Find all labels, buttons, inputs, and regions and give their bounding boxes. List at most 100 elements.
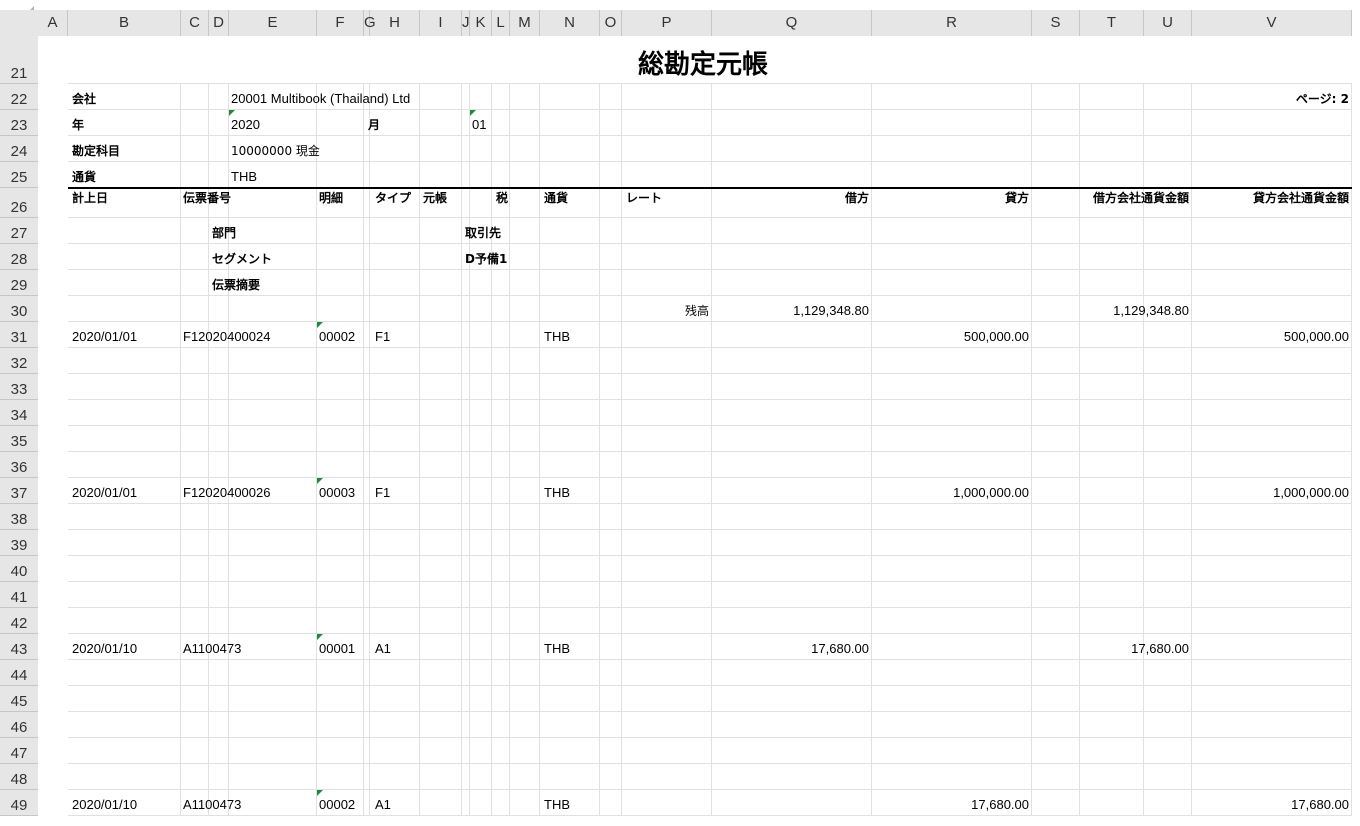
header-summary: 伝票摘要 xyxy=(212,278,261,292)
column-header-o[interactable]: O xyxy=(600,10,622,36)
grid-row-line xyxy=(68,321,1352,322)
header-debit-company: 借方会社通貨金額 xyxy=(1092,191,1189,205)
row-header-26[interactable]: 26 xyxy=(0,188,38,218)
row-header-37[interactable]: 37 xyxy=(0,478,38,504)
column-header-m[interactable]: M xyxy=(510,10,540,36)
column-header-c[interactable]: C xyxy=(181,10,209,36)
row-header-40[interactable]: 40 xyxy=(0,556,38,582)
grid-col-line xyxy=(419,84,420,816)
grid-row-line xyxy=(68,243,1352,244)
column-header-t[interactable]: T xyxy=(1080,10,1144,36)
entry-voucher: F12020400024 xyxy=(183,329,271,344)
grid-row-line xyxy=(68,135,1352,136)
row-header-45[interactable]: 45 xyxy=(0,686,38,712)
row-header-34[interactable]: 34 xyxy=(0,400,38,426)
header-ledger: 元帳 xyxy=(423,191,448,205)
column-header-f[interactable]: F xyxy=(317,10,364,36)
entry-date: 2020/01/01 xyxy=(72,329,138,344)
row-header-41[interactable]: 41 xyxy=(0,582,38,608)
column-header-s[interactable]: S xyxy=(1032,10,1080,36)
column-header-v[interactable]: V xyxy=(1192,10,1352,36)
grid-row-line xyxy=(68,555,1352,556)
entry-credit: 1,000,000.00 xyxy=(953,485,1029,500)
row-header-46[interactable]: 46 xyxy=(0,712,38,738)
column-header-a[interactable]: A xyxy=(38,10,68,36)
grid-row-line xyxy=(68,685,1352,686)
grid-row-line xyxy=(68,109,1352,110)
row-header-35[interactable]: 35 xyxy=(0,426,38,452)
row-header-31[interactable]: 31 xyxy=(0,322,38,348)
account-value: 10000000 現金 xyxy=(231,144,320,158)
header-credit: 貸方 xyxy=(1004,191,1029,205)
grid-col-line xyxy=(316,84,317,816)
header-segment: セグメント xyxy=(212,252,273,266)
column-header-i[interactable]: I xyxy=(420,10,462,36)
grid-row-line xyxy=(68,789,1352,790)
column-header-k[interactable]: K xyxy=(470,10,492,36)
spreadsheet-grid[interactable]: A B C D E F G H I J K L M N O P Q R S T U V 21 22 23 24 25 26 27 28 29… xyxy=(0,0,1360,826)
account-label: 勘定科目 xyxy=(72,144,121,158)
column-header-j[interactable]: J xyxy=(462,10,470,36)
header-debit: 借方 xyxy=(844,191,869,205)
entry-credit-company: 500,000.00 xyxy=(1283,329,1349,344)
entry-currency: THB xyxy=(544,641,570,656)
row-header-49[interactable]: 49 xyxy=(0,790,38,816)
grid-row-line xyxy=(68,477,1352,478)
number-as-text-marker xyxy=(229,110,235,116)
number-as-text-marker xyxy=(470,110,476,116)
entry-voucher: A1100473 xyxy=(183,797,242,812)
company-value: 20001 Multibook (Thailand) Ltd xyxy=(231,91,411,106)
row-header-39[interactable]: 39 xyxy=(0,530,38,556)
row-header-29[interactable]: 29 xyxy=(0,270,38,296)
row-header-28[interactable]: 28 xyxy=(0,244,38,270)
column-header-d[interactable]: D xyxy=(209,10,229,36)
entry-credit: 500,000.00 xyxy=(963,329,1029,344)
header-tax: 税 xyxy=(495,191,508,205)
header-voucher-no: 伝票番号 xyxy=(183,191,232,205)
grid-row-line xyxy=(68,659,1352,660)
entry-type: A1 xyxy=(375,797,391,812)
grid-col-line xyxy=(1079,84,1080,816)
header-type: タイプ xyxy=(375,191,412,205)
grid-row-line xyxy=(68,373,1352,374)
column-header-h[interactable]: H xyxy=(370,10,420,36)
currency-value: THB xyxy=(231,169,257,184)
column-header-b[interactable]: B xyxy=(68,10,181,36)
column-header-n[interactable]: N xyxy=(540,10,600,36)
number-as-text-marker xyxy=(317,478,323,484)
grid-col-line xyxy=(871,84,872,816)
grid-row-line xyxy=(68,763,1352,764)
column-header-e[interactable]: E xyxy=(229,10,317,36)
row-header-25[interactable]: 25 xyxy=(0,162,38,188)
header-partner: 取引先 xyxy=(465,226,502,240)
row-header-32[interactable]: 32 xyxy=(0,348,38,374)
row-header-21[interactable]: 21 xyxy=(0,36,38,84)
column-header-l[interactable]: L xyxy=(492,10,510,36)
row-header-27[interactable]: 27 xyxy=(0,218,38,244)
entry-debit: 17,680.00 xyxy=(811,641,869,656)
grid-col-line xyxy=(1031,84,1032,816)
grid-row-line xyxy=(68,425,1352,426)
column-header-p[interactable]: P xyxy=(622,10,712,36)
grid-col-line xyxy=(491,84,492,816)
row-header-47[interactable]: 47 xyxy=(0,738,38,764)
row-header-43[interactable]: 43 xyxy=(0,634,38,660)
row-header-42[interactable]: 42 xyxy=(0,608,38,634)
column-header-u[interactable]: U xyxy=(1144,10,1192,36)
grid-row-line xyxy=(68,503,1352,504)
entry-type: F1 xyxy=(375,485,391,500)
header-credit-company: 貸方会社通貨金額 xyxy=(1252,191,1349,205)
row-header-36[interactable]: 36 xyxy=(0,452,38,478)
row-header-44[interactable]: 44 xyxy=(0,660,38,686)
grid-col-line xyxy=(1351,84,1352,816)
row-header-23[interactable]: 23 xyxy=(0,110,38,136)
row-header-22[interactable]: 22 xyxy=(0,84,38,110)
row-header-30[interactable]: 30 xyxy=(0,296,38,322)
row-header-24[interactable]: 24 xyxy=(0,136,38,162)
column-header-q[interactable]: Q xyxy=(712,10,872,36)
row-header-33[interactable]: 33 xyxy=(0,374,38,400)
column-header-r[interactable]: R xyxy=(872,10,1032,36)
row-header-38[interactable]: 38 xyxy=(0,504,38,530)
row-header-48[interactable]: 48 xyxy=(0,764,38,790)
grid-col-line xyxy=(369,84,370,816)
